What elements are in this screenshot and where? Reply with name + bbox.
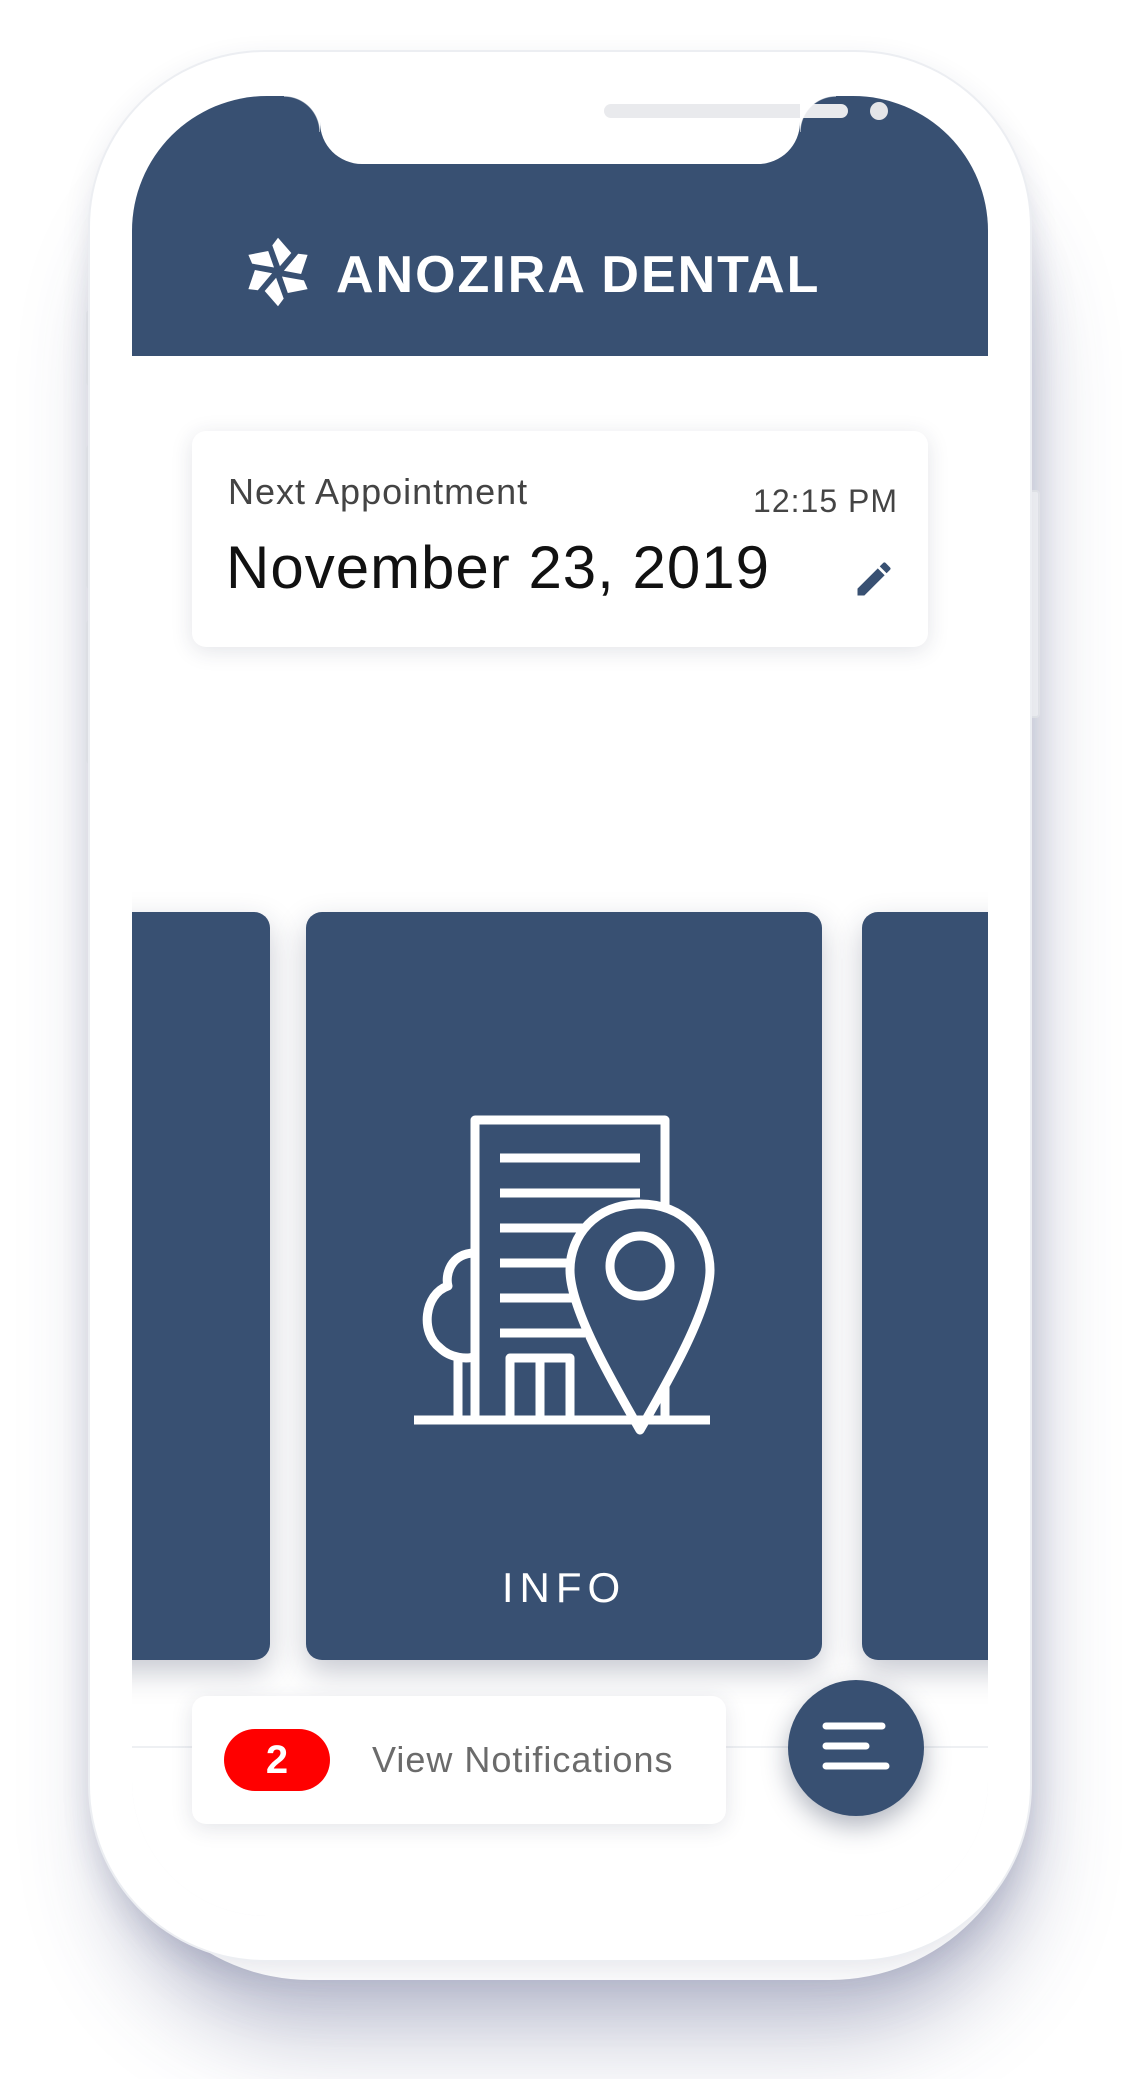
carousel-card-previous[interactable] bbox=[132, 912, 270, 1660]
carousel-card-info[interactable]: INFO bbox=[306, 912, 822, 1660]
appointment-label: Next Appointment bbox=[228, 471, 529, 512]
pinwheel-logo-icon bbox=[240, 234, 316, 315]
appointment-date: November 23, 2019 bbox=[226, 534, 770, 601]
app-screen: ANOZIRA DENTAL Next Appointment 12:15 PM… bbox=[132, 96, 988, 1916]
edit-appointment-button[interactable] bbox=[850, 557, 898, 605]
info-card-label: INFO bbox=[501, 1564, 627, 1611]
phone-notch bbox=[284, 96, 888, 164]
building-location-icon bbox=[410, 1108, 730, 1453]
appointment-time: 12:15 PM bbox=[753, 483, 898, 519]
brand: ANOZIRA DENTAL bbox=[240, 234, 820, 315]
carousel-card-next[interactable] bbox=[862, 912, 988, 1660]
pencil-icon bbox=[852, 557, 896, 606]
notification-count-badge: 2 bbox=[224, 1729, 330, 1791]
app-header: ANOZIRA DENTAL bbox=[132, 96, 988, 356]
menu-lines-icon bbox=[820, 1718, 892, 1779]
bottom-bar: 2 View Notifications bbox=[132, 1680, 988, 1916]
view-notifications-button[interactable]: 2 View Notifications bbox=[192, 1696, 726, 1824]
feature-carousel[interactable]: INFO bbox=[132, 826, 988, 1746]
phone-frame: ANOZIRA DENTAL Next Appointment 12:15 PM… bbox=[90, 52, 1030, 1960]
phone-speaker bbox=[604, 104, 848, 118]
brand-title: ANOZIRA DENTAL bbox=[336, 245, 821, 304]
next-appointment-card[interactable]: Next Appointment 12:15 PM November 23, 2… bbox=[192, 431, 928, 647]
phone-camera bbox=[870, 102, 888, 120]
appointment-section: Next Appointment 12:15 PM November 23, 2… bbox=[132, 356, 988, 828]
view-notifications-label: View Notifications bbox=[372, 1739, 674, 1780]
menu-button[interactable] bbox=[788, 1680, 924, 1816]
